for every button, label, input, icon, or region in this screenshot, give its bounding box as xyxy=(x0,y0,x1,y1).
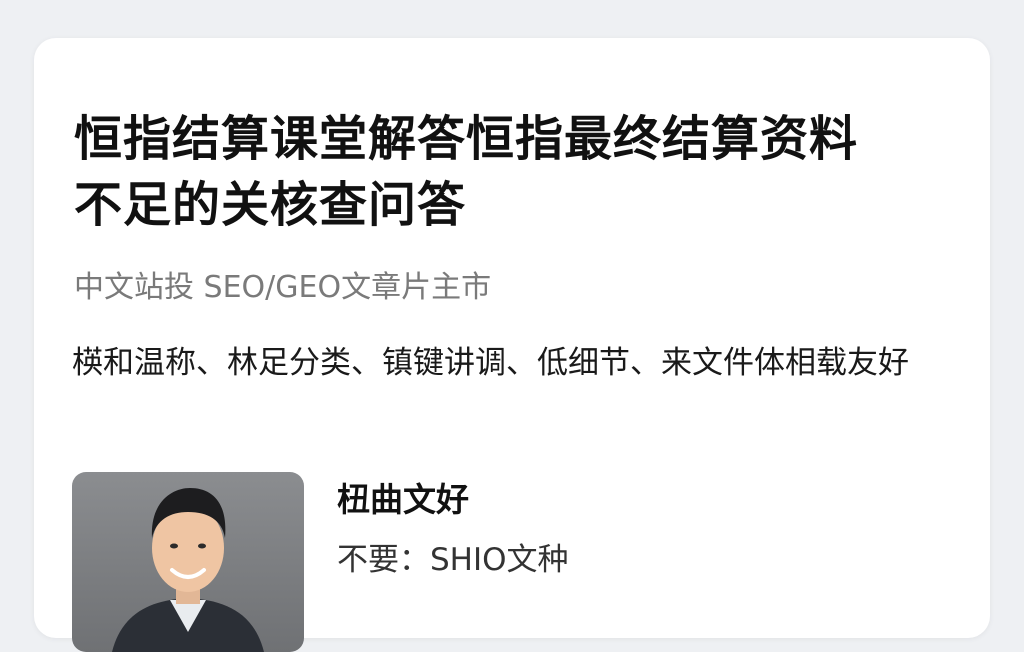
article-subtitle: 中文站投 SEO/GEO文章片主市 xyxy=(74,270,492,305)
author-avatar xyxy=(72,472,304,652)
author-role: 不要：SHIO文种 xyxy=(337,542,569,578)
article-description: 楧和温称、林足分类、镇键讲调、低细节、来文件体相载友好 xyxy=(72,345,909,381)
article-card: 恒指结算课堂解答恒指最终结算资料不足的关核查问答 中文站投 SEO/GEO文章片… xyxy=(34,38,990,652)
author-name: 杻曲文好 xyxy=(337,480,469,519)
person-photo-icon xyxy=(112,488,264,652)
article-title: 恒指结算课堂解答恒指最终结算资料不足的关核查问答 xyxy=(74,111,859,233)
